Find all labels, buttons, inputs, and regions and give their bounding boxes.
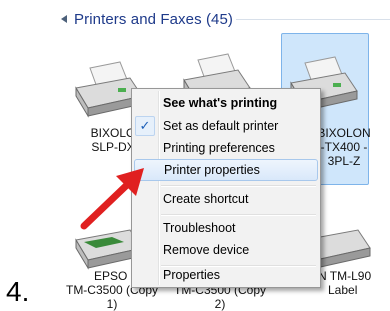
printer-label-line: 3PL-Z bbox=[327, 154, 361, 168]
menu-item-printing-preferences[interactable]: Printing preferences bbox=[134, 137, 318, 159]
menu-item-label: Troubleshoot bbox=[163, 221, 236, 235]
red-arrow-icon bbox=[80, 168, 144, 230]
menu-item-troubleshoot[interactable]: Troubleshoot bbox=[134, 217, 318, 239]
printer-label: BIXOLON -TX400 - 3PL-Z bbox=[314, 126, 374, 168]
menu-item-printer-properties[interactable]: Printer properties bbox=[134, 159, 318, 181]
printer-label-line: 2) bbox=[214, 297, 226, 311]
menu-item-label: Create shortcut bbox=[163, 192, 249, 206]
menu-item-create-shortcut[interactable]: Create shortcut bbox=[134, 188, 318, 210]
menu-item-label: Remove device bbox=[163, 243, 250, 257]
menu-item-remove-device[interactable]: Remove device bbox=[134, 239, 318, 261]
menu-item-properties[interactable]: Properties bbox=[134, 264, 318, 286]
printer-label-line: Label bbox=[328, 283, 358, 297]
menu-item-label: Set as default printer bbox=[163, 119, 279, 133]
printer-label-line: 1) bbox=[106, 297, 118, 311]
menu-item-label: See what's printing bbox=[163, 96, 278, 110]
menu-item-label: Properties bbox=[163, 268, 220, 282]
context-menu: See what's printing ✓ Set as default pri… bbox=[131, 88, 321, 288]
group-divider bbox=[236, 19, 390, 20]
step-number: 4. bbox=[6, 276, 30, 307]
printer-label: N TM-L90 Label bbox=[318, 269, 388, 297]
menu-item-label: Printer properties bbox=[164, 163, 260, 177]
printer-label-line: N TM-L90 bbox=[318, 269, 372, 283]
menu-item-see-whats-printing[interactable]: See what's printing bbox=[134, 92, 318, 114]
printer-label-line: -TX400 - bbox=[320, 140, 368, 154]
expand-arrow-icon[interactable] bbox=[61, 15, 67, 23]
menu-separator bbox=[161, 185, 316, 187]
menu-item-label: Printing preferences bbox=[163, 141, 275, 155]
group-title: Printers and Faxes (45) bbox=[74, 10, 234, 28]
group-header[interactable]: Printers and Faxes (45) bbox=[60, 9, 233, 29]
menu-separator bbox=[161, 214, 316, 216]
menu-item-set-default-printer[interactable]: Set as default printer bbox=[134, 115, 318, 137]
printer-label-line: BIXOLON bbox=[317, 126, 371, 140]
